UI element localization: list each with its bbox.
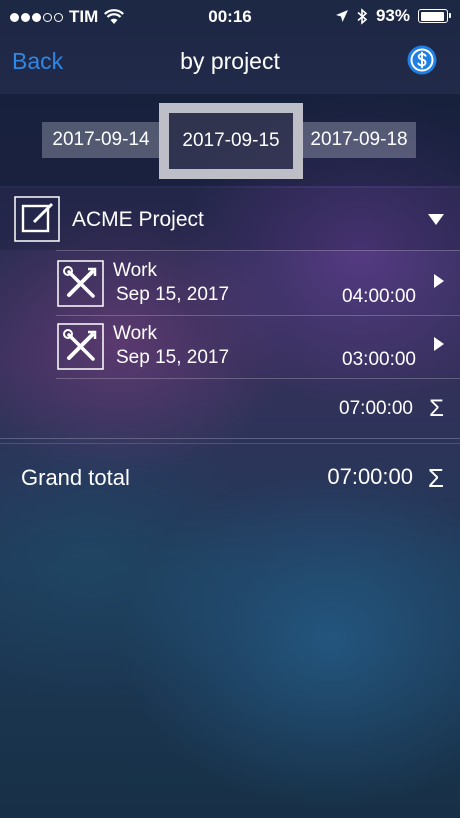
dollar-coin-icon[interactable] [406,44,438,76]
bluetooth-icon [357,7,368,25]
entry-date: Sep 15, 2017 [116,284,230,305]
project-subtotal-row: 07:00:00 Σ [0,380,460,438]
tools-icon [57,323,104,370]
entry-duration: 03:00:00 [342,349,416,370]
project-subtotal: 07:00:00 [339,398,413,419]
grand-total-value: 07:00:00 [327,464,413,489]
date-selector: 2017-09-14 2017-09-15 2017-09-18 [0,94,460,186]
divider [56,250,460,251]
project-group-header[interactable]: ACME Project [0,188,460,250]
date-tab-selected[interactable]: 2017-09-15 [159,103,303,179]
disclosure-triangle-icon[interactable] [434,337,444,351]
grand-total-label: Grand total [21,465,130,490]
sigma-icon: Σ [429,395,444,422]
page-title: by project [180,48,280,74]
disclosure-triangle-icon[interactable] [434,274,444,288]
status-bar: TIM 00:16 93% [0,0,460,34]
date-tab-previous[interactable]: 2017-09-14 [42,122,160,158]
date-tab-next[interactable]: 2017-09-18 [302,122,416,158]
entry-date: Sep 15, 2017 [116,347,230,368]
navigation-bar: Back by project [0,34,460,94]
project-name: ACME Project [72,208,204,231]
time-entry-row[interactable]: Work Sep 15, 2017 03:00:00 [0,315,460,377]
status-right-group: 93% [335,6,451,26]
grand-total-row: Grand total 07:00:00 Σ [0,448,460,508]
battery-percent: 93% [375,6,410,25]
edit-icon[interactable] [14,196,60,242]
collapse-triangle-icon[interactable] [428,214,444,225]
divider [0,438,460,439]
battery-icon [418,9,451,23]
divider [0,443,460,444]
divider [56,378,460,379]
sigma-icon: Σ [427,463,444,493]
tools-icon [57,260,104,307]
entry-duration: 04:00:00 [342,286,416,307]
time-entry-row[interactable]: Work Sep 15, 2017 04:00:00 [0,252,460,314]
entry-task-name: Work [113,323,157,344]
location-arrow-icon [335,10,348,22]
entry-task-name: Work [113,260,157,281]
